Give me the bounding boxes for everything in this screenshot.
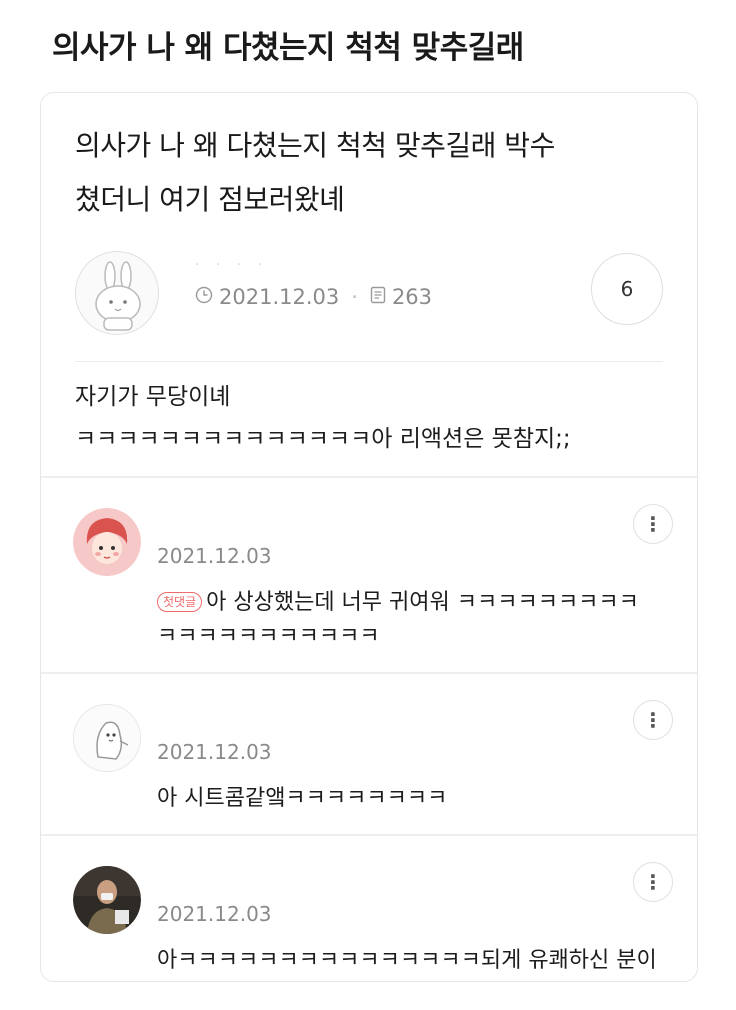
more-vertical-icon: ⋮	[643, 512, 663, 536]
post-views: 263	[391, 285, 433, 309]
commenter-avatar[interactable]	[73, 704, 141, 772]
person-photo-icon	[73, 866, 141, 934]
post-meta: 2021.12.03 · 263	[195, 285, 432, 309]
more-options-button[interactable]: ⋮	[633, 700, 673, 740]
author-row: · · · · 2021.12.03 · 263 6	[75, 251, 663, 335]
comment-date: 2021.12.03	[157, 740, 272, 764]
clock-icon	[195, 286, 213, 309]
comment-text: 아 시트콤같앸ㅋㅋㅋㅋㅋㅋㅋㅋ	[157, 786, 448, 811]
comment-item: 2021.12.03 ⋮ 첫댓글 아 상상했는데 너무 귀여워 ㅋㅋㅋㅋㅋㅋㅋㅋㅋ…	[41, 478, 697, 672]
post-body-line: ㅋㅋㅋㅋㅋㅋㅋㅋㅋㅋㅋㅋㅋㅋ아 리액션은 못참지;;	[75, 426, 571, 452]
commenter-avatar[interactable]	[73, 508, 141, 576]
post-title-line: 의사가 나 왜 다쳤는지 척척 맞추길래 박수	[75, 129, 555, 162]
meta-separator: ·	[351, 285, 358, 309]
document-icon	[370, 286, 386, 309]
bunny-avatar-icon	[95, 261, 141, 331]
comment-text-container: 첫댓글 아 상상했는데 너무 귀여워 ㅋㅋㅋㅋㅋㅋㅋㅋㅋㅋㅋㅋㅋㅋㅋㅋㅋㅋㅋㅋ	[157, 586, 657, 654]
comment-count-button[interactable]: 6	[591, 253, 663, 325]
comment-text: 아ㅋㅋㅋㅋㅋㅋㅋㅋㅋㅋㅋㅋㅋㅋㅋ되게 유쾌하신 분이시녴ㅌㅋㅋㅋㅋㅋㅋ	[157, 948, 657, 973]
comment-date: 2021.12.03	[157, 902, 272, 926]
post-card: 의사가 나 왜 다쳤는지 척척 맞추길래 박수 쳤더니 여기 점보러왔녜 · ·…	[40, 92, 698, 982]
post-date: 2021.12.03	[219, 285, 340, 309]
comment-item: 2021.12.03 ⋮ 아ㅋㅋㅋㅋㅋㅋㅋㅋㅋㅋㅋㅋㅋㅋㅋ되게 유쾌하신 분이시…	[41, 836, 697, 981]
commenter-avatar[interactable]	[73, 866, 141, 934]
more-vertical-icon: ⋮	[643, 708, 663, 732]
girl-avatar-icon	[73, 508, 141, 576]
more-options-button[interactable]: ⋮	[633, 504, 673, 544]
penguin-avatar-icon	[74, 705, 140, 771]
author-avatar[interactable]	[75, 251, 159, 335]
more-vertical-icon: ⋮	[643, 870, 663, 894]
page-title: 의사가 나 왜 다쳤는지 척척 맞추길래	[52, 30, 524, 66]
first-comment-badge: 첫댓글	[157, 592, 203, 612]
post-title: 의사가 나 왜 다쳤는지 척척 맞추길래 박수 쳤더니 여기 점보러왔녜	[75, 119, 663, 227]
post-section: 의사가 나 왜 다쳤는지 척척 맞추길래 박수 쳤더니 여기 점보러왔녜 · ·…	[41, 93, 697, 460]
post-body-line: 자기가 무당이녜	[75, 384, 231, 410]
comment-date: 2021.12.03	[157, 544, 272, 568]
post-title-line: 쳤더니 여기 점보러왔녜	[75, 183, 345, 216]
post-body: 자기가 무당이녜 ㅋㅋㅋㅋㅋㅋㅋㅋㅋㅋㅋㅋㅋㅋ아 리액션은 못참지;;	[75, 362, 663, 460]
comment-text: 아 상상했는데 너무 귀여워 ㅋㅋㅋㅋㅋㅋㅋㅋㅋㅋㅋㅋㅋㅋㅋㅋㅋㅋㅋㅋ	[157, 590, 639, 649]
author-name[interactable]: · · · ·	[195, 257, 355, 275]
comment-item: 2021.12.03 ⋮ 아 시트콤같앸ㅋㅋㅋㅋㅋㅋㅋㅋ	[41, 674, 697, 834]
more-options-button[interactable]: ⋮	[633, 862, 673, 902]
